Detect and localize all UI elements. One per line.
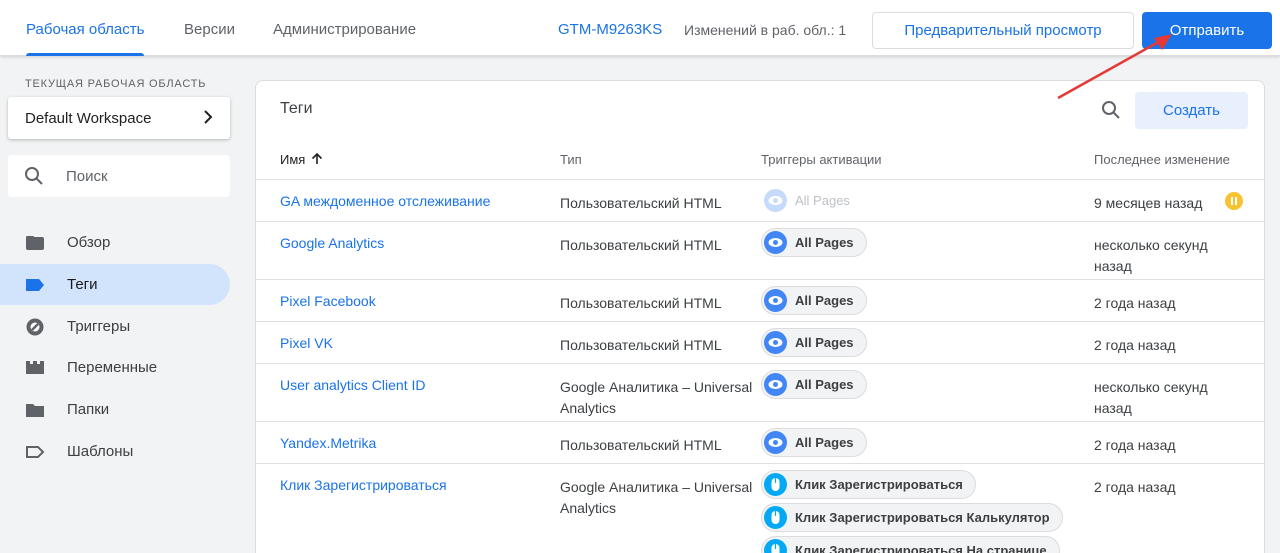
sort-ascending-icon <box>312 153 323 164</box>
sidebar-item-overview[interactable]: Обзор <box>0 222 230 263</box>
column-header-label: Имя <box>280 152 306 167</box>
tag-type: Пользовательский HTML <box>560 337 722 353</box>
eye-icon <box>764 289 787 312</box>
variables-icon <box>26 361 44 374</box>
sidebar-item-label: Переменные <box>67 359 158 376</box>
sidebar-item-label: Шаблоны <box>67 443 134 460</box>
eye-icon <box>764 431 787 454</box>
tag-name-link[interactable]: Клик Зарегистрироваться <box>280 477 447 493</box>
modified-time: 2 года назад <box>1094 295 1176 311</box>
sidebar-item-folders[interactable]: Папки <box>0 389 230 430</box>
trigger-chip-label: All Pages <box>795 435 854 450</box>
column-header-triggers[interactable]: Триггеры активации <box>761 152 882 167</box>
table-row[interactable]: Pixel VK Пользовательский HTML All Pages… <box>256 322 1264 364</box>
search-placeholder: Поиск <box>66 168 108 185</box>
trigger-chip[interactable]: Клик Зарегистрироваться Калькулятор <box>761 503 1063 532</box>
tag-type: Пользовательский HTML <box>560 437 722 453</box>
eye-icon <box>764 373 787 396</box>
trigger-chip-label: All Pages <box>795 193 850 208</box>
mouse-click-icon <box>764 506 787 529</box>
sidebar-item-variables[interactable]: Переменные <box>0 347 230 388</box>
trigger-icon <box>26 318 44 336</box>
workspace-changes-count: Изменений в раб. обл.: 1 <box>684 22 847 38</box>
modified-time: несколько секунд назад <box>1094 237 1208 274</box>
tag-name-link[interactable]: Pixel Facebook <box>280 293 376 309</box>
chevron-right-icon <box>204 110 213 124</box>
mouse-click-icon <box>764 473 787 496</box>
page-title: Теги <box>280 100 313 117</box>
tag-type: Пользовательский HTML <box>560 237 722 253</box>
tag-type: Google Аналитика – Universal Analytics <box>560 379 753 416</box>
trigger-chip[interactable]: Клик Зарегистрироваться <box>761 470 976 499</box>
trigger-chip[interactable]: All Pages <box>761 370 867 399</box>
trigger-chip-label: Клик Зарегистрироваться Калькулятор <box>795 510 1050 525</box>
trigger-chip[interactable]: All Pages <box>761 228 867 257</box>
trigger-chip-label: All Pages <box>795 235 854 250</box>
paused-icon <box>1225 192 1243 210</box>
tag-name-link[interactable]: Yandex.Metrika <box>280 435 376 451</box>
annotation-arrow <box>1057 34 1172 100</box>
column-header-name[interactable]: Имя <box>280 152 323 167</box>
table-row[interactable]: Yandex.Metrika Пользовательский HTML All… <box>256 422 1264 464</box>
sidebar-item-label: Папки <box>67 401 110 418</box>
tab-workspace[interactable]: Рабочая область <box>26 0 145 56</box>
table-row[interactable]: User analytics Client ID Google Аналитик… <box>256 364 1264 422</box>
tag-type: Пользовательский HTML <box>560 295 722 311</box>
tags-card: Теги Создать Имя Тип Триггеры активации … <box>255 80 1265 553</box>
modified-time: несколько секунд назад <box>1094 379 1208 416</box>
column-header-modified[interactable]: Последнее изменение <box>1094 152 1230 167</box>
tag-icon <box>26 279 44 291</box>
trigger-chip[interactable]: Клик Зарегистрироваться На странице <box>761 536 1060 553</box>
trigger-chip[interactable]: All Pages <box>761 428 867 457</box>
mouse-click-icon <box>764 539 787 553</box>
workspace-name: Default Workspace <box>25 110 152 127</box>
sidebar-item-templates[interactable]: Шаблоны <box>0 431 230 472</box>
modified-time: 2 года назад <box>1094 337 1176 353</box>
tag-type: Google Аналитика – Universal Analytics <box>560 479 753 516</box>
trigger-chip-label: Клик Зарегистрироваться <box>795 477 963 492</box>
workspace-selector[interactable]: Default Workspace <box>8 97 230 139</box>
trigger-chip-label: All Pages <box>795 377 854 392</box>
modified-time: 2 года назад <box>1094 479 1176 495</box>
container-id[interactable]: GTM-M9263KS <box>558 0 662 60</box>
eye-icon <box>764 331 787 354</box>
folder-icon <box>26 404 44 417</box>
trigger-chip-label: All Pages <box>795 293 854 308</box>
table-row[interactable]: Pixel Facebook Пользовательский HTML All… <box>256 280 1264 322</box>
tag-name-link[interactable]: Pixel VK <box>280 335 333 351</box>
tab-versions[interactable]: Версии <box>184 0 235 56</box>
sidebar-item-label: Триггеры <box>67 318 131 335</box>
table-row[interactable]: GA междоменное отслеживание Пользователь… <box>256 180 1264 222</box>
trigger-chip-label: Клик Зарегистрироваться На странице <box>795 543 1047 553</box>
template-icon <box>26 446 45 458</box>
sidebar-item-tags[interactable]: Теги <box>0 264 230 305</box>
workspace-label: ТЕКУЩАЯ РАБОЧАЯ ОБЛАСТЬ <box>25 78 207 90</box>
eye-icon <box>764 231 787 254</box>
trigger-chip[interactable]: All Pages <box>761 328 867 357</box>
trigger-chip[interactable]: All Pages <box>761 186 863 215</box>
table-row[interactable]: Клик Зарегистрироваться Google Аналитика… <box>256 464 1264 553</box>
tag-name-link[interactable]: User analytics Client ID <box>280 377 426 393</box>
sidebar-item-label: Теги <box>67 276 98 293</box>
sidebar-search[interactable]: Поиск <box>8 155 230 197</box>
search-icon <box>25 167 43 185</box>
trigger-chip[interactable]: All Pages <box>761 286 867 315</box>
trigger-chip-label: All Pages <box>795 335 854 350</box>
sidebar-item-label: Обзор <box>67 234 111 251</box>
column-header-type[interactable]: Тип <box>560 152 582 167</box>
tag-name-link[interactable]: GA междоменное отслеживание <box>280 193 490 209</box>
tag-type: Пользовательский HTML <box>560 195 722 211</box>
modified-time: 9 месяцев назад <box>1094 195 1203 211</box>
tag-name-link[interactable]: Google Analytics <box>280 235 384 251</box>
tab-admin[interactable]: Администрирование <box>273 0 416 56</box>
modified-time: 2 года назад <box>1094 437 1176 453</box>
table-row[interactable]: Google Analytics Пользовательский HTML A… <box>256 222 1264 280</box>
sidebar-item-triggers[interactable]: Триггеры <box>0 306 230 347</box>
eye-icon <box>764 189 787 212</box>
sidebar: ТЕКУЩАЯ РАБОЧАЯ ОБЛАСТЬ Default Workspac… <box>0 56 240 553</box>
overview-icon <box>26 236 44 250</box>
